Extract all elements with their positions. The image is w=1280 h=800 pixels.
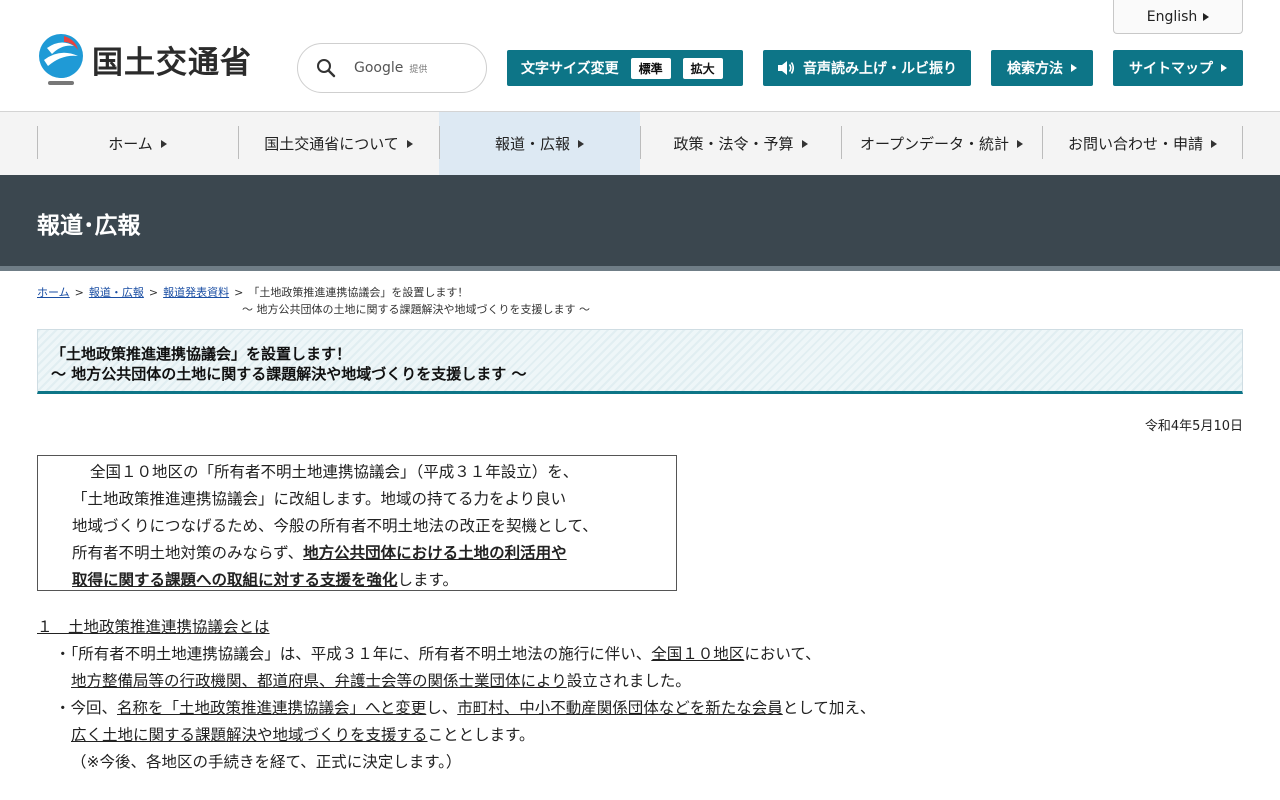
sitemap-button[interactable]: サイトマップ (1113, 50, 1243, 86)
section-1-heading: １ 土地政策推進連携協議会とは (37, 618, 270, 636)
breadcrumb-press-link[interactable]: 報道・広報 (89, 286, 144, 299)
nav-item-contact[interactable]: お問い合わせ・申請 (1042, 112, 1243, 175)
article-title: 「土地政策推進連携協議会」を設置します！ (51, 345, 352, 363)
nav-item-label: 報道・広報 (494, 135, 570, 153)
triangle-right-icon (1221, 64, 1227, 72)
summary-line: 地域づくりにつなげるため、今般の所有者不明土地法の改正を契機として、 (72, 517, 598, 535)
triangle-right-icon (1071, 64, 1077, 72)
article-title-box: 「土地政策推進連携協議会」を設置します！ ～ 地方公共団体の土地に関する課題解決… (37, 329, 1243, 394)
triangle-right-icon (578, 139, 584, 148)
font-size-label: 文字サイズ変更 (521, 61, 619, 77)
search-box[interactable]: Google 提供 (297, 43, 487, 93)
nav-item-label: お問い合わせ・申請 (1067, 135, 1203, 153)
nav-item-label: 政策・法令・予算 (673, 135, 794, 153)
section-1-line: 地方整備局等の行政機関、都道府県、弁護士会等の関係士業団体により設立されました。 (71, 672, 691, 690)
font-size-control: 文字サイズ変更 標準 拡大 (507, 50, 743, 86)
english-label: English (1146, 8, 1198, 25)
article-subtitle: ～ 地方公共団体の土地に関する課題解決や地域づくりを支援します ～ (51, 365, 527, 383)
search-icon[interactable] (298, 43, 354, 93)
breadcrumb-current-subtitle: ～ 地方公共団体の土地に関する課題解決や地域づくりを支援します ～ (242, 303, 590, 316)
triangle-right-icon (406, 139, 413, 148)
mlit-logo-icon (39, 34, 83, 85)
summary-line: 取得に関する課題への取組に対する支援を強化します。 (72, 571, 458, 589)
breadcrumb-home-link[interactable]: ホーム (37, 286, 70, 299)
nav-item-label: ホーム (108, 135, 153, 153)
site-header: 国土交通省 English Google 提供 文字サイズ変更 標準 拡大 音声… (0, 0, 1280, 112)
search-provided-label: 提供 (409, 64, 428, 75)
search-google-label: Google (354, 60, 404, 76)
speaker-icon (778, 61, 795, 75)
triangle-right-icon (160, 139, 167, 148)
section-1-line: ・「所有者不明土地連携協議会」は、平成３１年に、所有者不明土地法の施行に伴い、全… (55, 645, 821, 663)
sitemap-label: サイトマップ (1129, 61, 1213, 77)
font-size-large-button[interactable]: 拡大 (682, 57, 723, 79)
summary-line: 全国１０地区の「所有者不明土地連携協議会」（平成３１年設立）を、 (90, 463, 579, 481)
section-1-line: ・今回、名称を「土地政策推進連携協議会」へと変更し、市町村、中小不動産関係団体な… (55, 699, 876, 717)
triangle-right-icon (1017, 139, 1024, 148)
english-button[interactable]: English (1113, 0, 1243, 34)
nav-item-press[interactable]: 報道・広報 (439, 112, 640, 175)
section-title: 報道･広報 (37, 213, 141, 239)
section-1-note: （※今後、各地区の手続きを経て、正式に決定します。） (71, 753, 462, 771)
font-size-standard-button[interactable]: 標準 (630, 57, 671, 79)
nav-item-home[interactable]: ホーム (37, 112, 238, 175)
nav-item-label: オープンデータ・統計 (859, 135, 1010, 153)
speech-ruby-label: 音声読み上げ・ルビ振り (803, 61, 957, 77)
summary-box: 全国１０地区の「所有者不明土地連携協議会」（平成３１年設立）を、 「土地政策推進… (37, 455, 677, 591)
global-nav: ホーム 国土交通省について 報道・広報 政策・法令・予算 オープンデータ・統計 … (0, 112, 1280, 175)
triangle-right-icon (1211, 139, 1217, 148)
logo-text: 国土交通省 (92, 44, 252, 81)
publish-date: 令和4年5月10日 (1144, 419, 1243, 434)
breadcrumb-releases-link[interactable]: 報道発表資料 (163, 286, 229, 299)
speech-ruby-button[interactable]: 音声読み上げ・ルビ振り (763, 50, 971, 86)
summary-line: 所有者不明土地対策のみならず、地方公共団体における土地の利活用や (72, 544, 567, 562)
section-banner: 報道･広報 (0, 175, 1280, 271)
nav-item-opendata[interactable]: オープンデータ・統計 (841, 112, 1042, 175)
triangle-right-icon (1203, 12, 1210, 21)
section-1-line: 広く土地に関する課題解決や地域づくりを支援することとします。 (71, 726, 535, 744)
breadcrumb-current: 「土地政策推進連携協議会」を設置します！ (248, 286, 469, 299)
nav-item-about[interactable]: 国土交通省について (238, 112, 439, 175)
section-1: １ 土地政策推進連携協議会とは ・「所有者不明土地連携協議会」は、平成３１年に、… (37, 614, 1243, 776)
search-howto-button[interactable]: 検索方法 (991, 50, 1093, 86)
mlit-logo[interactable]: 国土交通省 (36, 32, 252, 86)
search-howto-label: 検索方法 (1007, 61, 1063, 77)
breadcrumb: ホーム > 報道・広報 > 報道発表資料 > 「土地政策推進連携協議会」を設置します！ ～ … (37, 284, 1243, 318)
nav-item-policy[interactable]: 政策・法令・予算 (640, 112, 841, 175)
summary-line: 「土地政策推進連携協議会」に改組します。地域の持てる力をより良い (72, 490, 567, 508)
nav-item-label: 国土交通省について (264, 135, 399, 153)
triangle-right-icon (801, 139, 808, 148)
